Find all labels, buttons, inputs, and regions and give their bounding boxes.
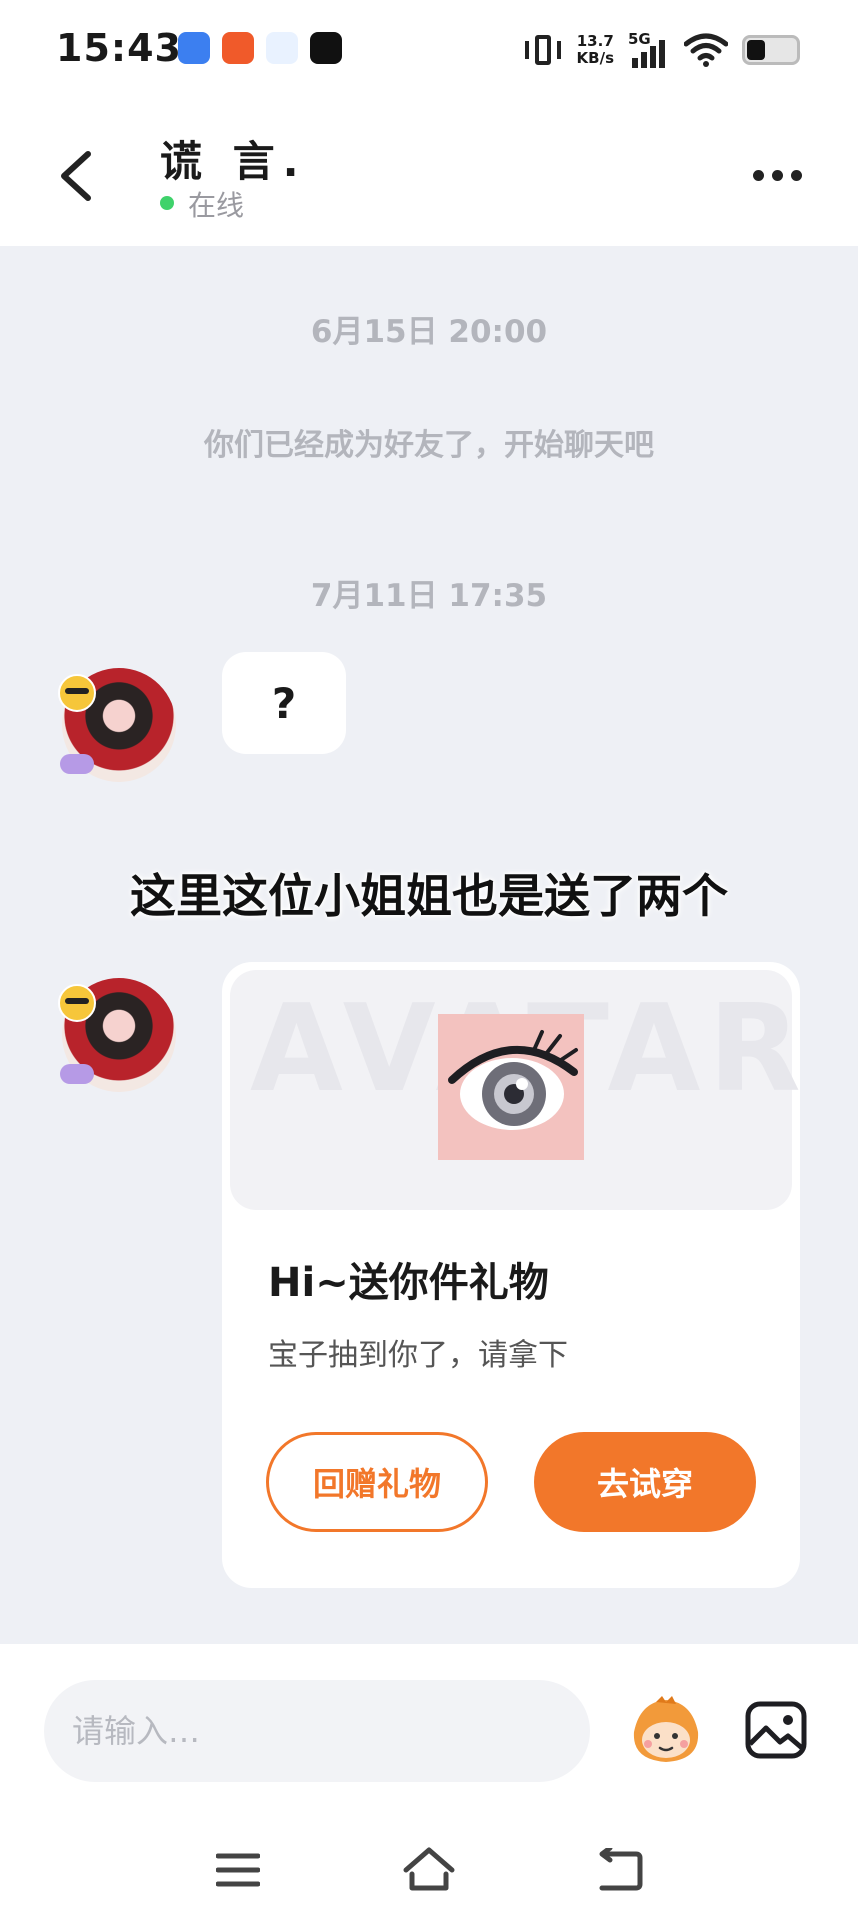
gift-title: Hi~送你件礼物	[268, 1260, 549, 1306]
system-navigation-bar	[0, 1820, 858, 1920]
more-dot-icon	[772, 170, 783, 181]
battery-icon	[742, 35, 800, 65]
app-icon-orange	[222, 32, 254, 64]
network-type: 5G	[628, 30, 651, 48]
contact-avatar[interactable]	[58, 668, 176, 782]
menu-icon[interactable]	[216, 1852, 260, 1888]
more-dot-icon	[753, 170, 764, 181]
back-navigation-icon[interactable]	[596, 1848, 644, 1892]
message-bubble[interactable]: ?	[222, 652, 346, 754]
status-time: 15:43	[56, 26, 182, 70]
signal-icon: 5G	[628, 30, 670, 70]
gift-eye-image	[438, 1014, 584, 1160]
chat-timestamp: 7月11日 17:35	[310, 578, 548, 614]
app-icon-dark	[310, 32, 342, 64]
return-gift-button[interactable]: 回赠礼物	[266, 1432, 488, 1532]
home-icon[interactable]	[402, 1846, 456, 1892]
more-options-button[interactable]	[753, 170, 802, 181]
system-message: 你们已经成为好友了，开始聊天吧	[204, 428, 654, 463]
avatar-ornament	[60, 754, 94, 774]
message-input[interactable]	[44, 1680, 590, 1782]
gift-card[interactable]: AVATAR Hi~送你件礼物 宝子抽到你了，请拿下 回赠礼物 去试穿	[222, 962, 800, 1588]
vibrate-icon	[523, 33, 563, 67]
message-input-box[interactable]	[44, 1680, 590, 1782]
chat-timestamp: 6月15日 20:00	[310, 314, 548, 350]
emoji-mascot-icon[interactable]	[626, 1696, 706, 1766]
try-on-button[interactable]: 去试穿	[534, 1432, 756, 1532]
wifi-icon	[684, 33, 728, 67]
network-speed-unit: KB/s	[576, 49, 614, 67]
online-status-text: 在线	[188, 189, 245, 222]
contact-avatar[interactable]	[58, 978, 176, 1092]
status-bar: 15:43 13.7 KB/s 5G	[0, 0, 858, 98]
avatar-ornament	[60, 1064, 94, 1084]
video-caption: 这里这位小姐姐也是送了两个	[130, 869, 728, 923]
sunglasses-emoji-icon	[58, 984, 96, 1022]
chat-header: 谎 言. 在线	[0, 98, 858, 246]
back-icon[interactable]	[58, 150, 94, 202]
more-dot-icon	[791, 170, 802, 181]
image-picker-icon[interactable]	[744, 1698, 808, 1762]
sunglasses-emoji-icon	[58, 674, 96, 712]
gift-subtitle: 宝子抽到你了，请拿下	[268, 1338, 568, 1373]
network-speed-value: 13.7	[576, 32, 614, 50]
network-speed: 13.7 KB/s	[577, 33, 614, 67]
online-status-dot	[160, 196, 174, 210]
app-icon-light	[266, 32, 298, 64]
contact-name: 谎 言.	[160, 137, 307, 186]
app-icon-blue	[178, 32, 210, 64]
